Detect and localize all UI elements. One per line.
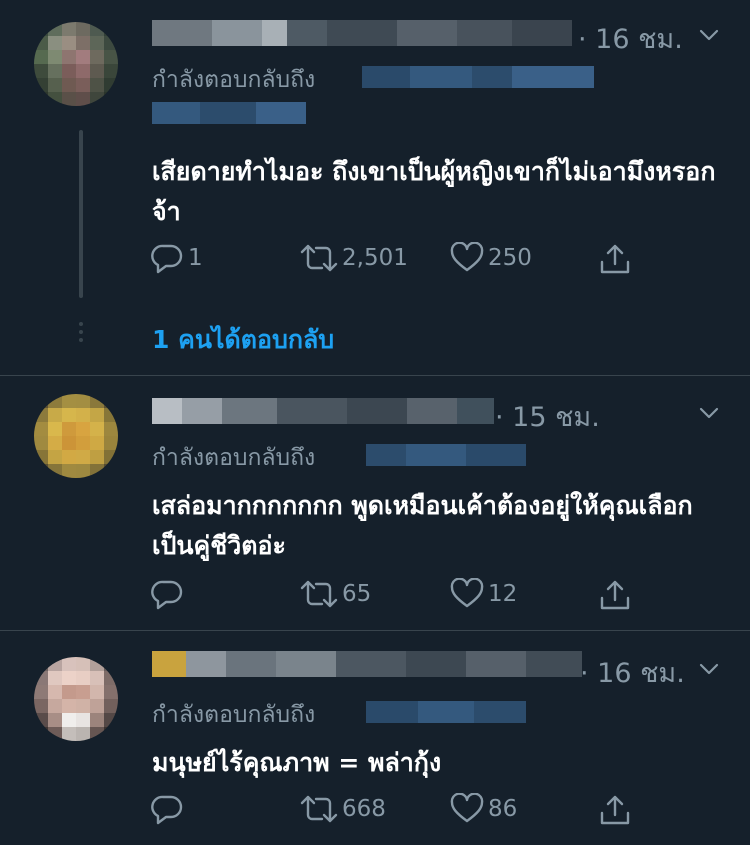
retweet-button[interactable]: 65 [300, 578, 371, 610]
retweet-icon [300, 795, 338, 823]
like-icon [450, 242, 484, 272]
tweet-3[interactable]: · 16 ชม. กำลังตอบกลับถึง มนุษย์ไร้คุณภาพ… [0, 631, 750, 845]
thread-line [79, 130, 83, 298]
like-button[interactable]: 86 [450, 793, 517, 825]
share-icon [600, 244, 630, 274]
like-count: 86 [488, 796, 518, 822]
share-icon [600, 795, 630, 825]
avatar[interactable] [34, 22, 118, 106]
like-button[interactable]: 250 [450, 242, 532, 274]
reply-button[interactable]: 1 [150, 242, 203, 274]
retweet-count: 2,501 [342, 245, 408, 271]
blurred-reply-handle[interactable] [152, 102, 306, 124]
reply-button[interactable] [150, 578, 188, 610]
tweet-text: เสล่อมากกกกกกก พูดเหมือนเค้าต้องอยู่ให้ค… [152, 491, 693, 560]
tweet-2[interactable]: · 15 ชม. กำลังตอบกลับถึง เสล่อมากกกกกกก … [0, 376, 750, 630]
tweet-actions: 1 2,501 250 [150, 242, 650, 276]
blurred-reply-handle[interactable] [366, 701, 526, 723]
tweet-actions: 65 12 [150, 578, 650, 612]
avatar[interactable] [34, 657, 118, 741]
tweet-time[interactable]: · 16 ชม. [578, 17, 683, 60]
like-count: 12 [488, 581, 518, 607]
tweet-time[interactable]: · 16 ชม. [580, 651, 685, 694]
tweet-actions: 668 86 [150, 793, 650, 827]
blurred-username[interactable] [152, 651, 582, 677]
like-button[interactable]: 12 [450, 578, 517, 610]
retweet-icon [300, 244, 338, 272]
reply-icon [151, 795, 183, 825]
thread-dots [79, 322, 83, 342]
reply-icon [151, 244, 183, 274]
replying-to-label: กำลังตอบกลับถึง [152, 67, 316, 93]
share-button[interactable] [598, 242, 632, 276]
tweet-text: มนุษย์ไร้คุณภาพ = พล่ากุ้ง [152, 748, 442, 777]
avatar[interactable] [34, 394, 118, 478]
share-button[interactable] [598, 793, 632, 827]
chevron-down-icon[interactable] [698, 402, 720, 424]
blurred-reply-handle[interactable] [366, 444, 526, 466]
tweet-1[interactable]: · 16 ชม. กำลังตอบกลับถึง เสียดายทำไมอะ ถ… [0, 0, 750, 375]
reply-button[interactable] [150, 793, 188, 825]
retweet-button[interactable]: 668 [300, 793, 386, 825]
blurred-username[interactable] [152, 398, 494, 424]
retweet-count: 668 [342, 796, 386, 822]
blurred-reply-handle[interactable] [362, 66, 594, 88]
blurred-username[interactable] [152, 20, 572, 46]
reply-count: 1 [188, 245, 203, 271]
show-replies-link[interactable]: 1 คนได้ตอบกลับ [152, 320, 334, 360]
retweet-count: 65 [342, 581, 372, 607]
like-count: 250 [488, 245, 532, 271]
retweet-button[interactable]: 2,501 [300, 242, 408, 274]
like-icon [450, 793, 484, 823]
tweet-text: เสียดายทำไมอะ ถึงเขาเป็นผู้หญิงเขาก็ไม่เ… [152, 157, 716, 226]
share-button[interactable] [598, 578, 632, 612]
retweet-icon [300, 580, 338, 608]
chevron-down-icon[interactable] [698, 658, 720, 680]
replying-to-label: กำลังตอบกลับถึง [152, 702, 316, 728]
reply-icon [151, 580, 183, 610]
share-icon [600, 580, 630, 610]
chevron-down-icon[interactable] [698, 24, 720, 46]
like-icon [450, 578, 484, 608]
tweet-time[interactable]: · 15 ชม. [495, 395, 600, 438]
replying-to-label: กำลังตอบกลับถึง [152, 445, 316, 471]
